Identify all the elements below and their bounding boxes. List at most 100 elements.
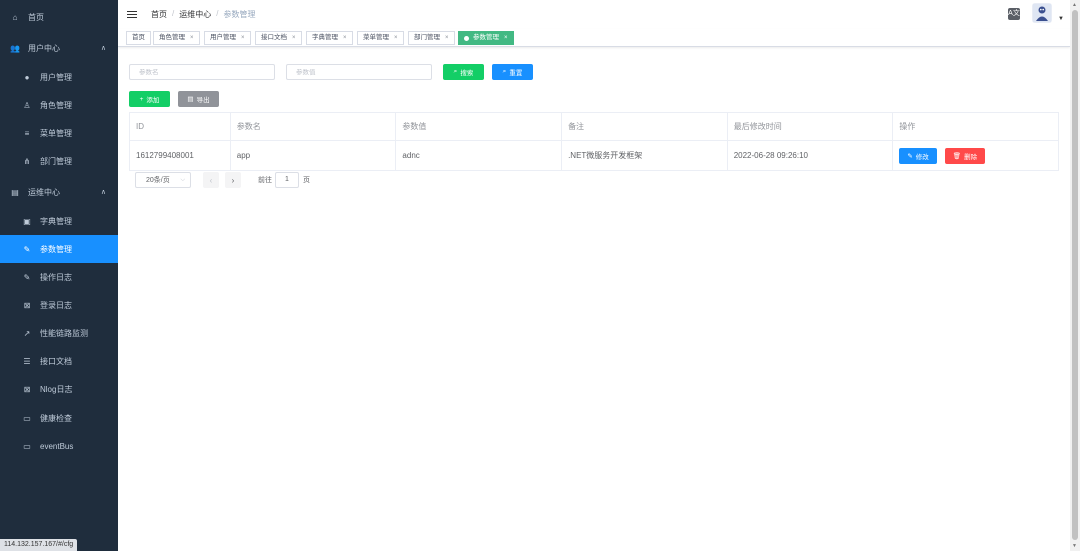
sidebar-item[interactable]: ≡ 菜单管理 [0,119,118,147]
scrollbar-thumb[interactable] [1072,10,1078,540]
sidebar-item-label: eventBus [40,441,74,451]
add-button[interactable]: + 添加 [129,91,170,107]
search-button-label: 搜索 [460,70,474,77]
param-value-input-wrapper[interactable] [286,64,432,80]
sidebar-item-label: 部门管理 [40,156,72,166]
chevron-up-icon: ∧ [100,45,106,52]
breadcrumb-home[interactable]: 首页 [151,9,167,20]
page-size-value: 20条/页 [146,177,170,184]
monitor-icon: ▭ [23,413,31,423]
close-icon[interactable]: × [190,32,194,44]
edit-log-icon: ✎ [23,272,31,282]
column-header: 备注 [562,113,728,140]
sidebar-item[interactable]: ⊠ 登录日志 [0,291,118,319]
tag-item[interactable]: 角色管理 × [153,31,200,45]
cell-actions: ✎ 修改 🗑 删除 [893,141,1058,170]
breadcrumb-separator: / [172,9,175,18]
page-unit-label: 页 [303,177,310,184]
cell-name: app [231,141,397,170]
next-page-button[interactable]: › [225,172,241,188]
wrench-icon: ✎ [23,244,31,254]
tag-label: 菜单管理 [363,34,389,41]
sidebar-item-label: 字典管理 [40,216,72,226]
edit-button[interactable]: ✎ 修改 [899,147,937,164]
sidebar-item[interactable]: ⊠ Nlog日志 [0,375,118,403]
sidebar-item[interactable]: ▭ 健康检查 [0,404,118,432]
breadcrumb: 首页 / 运维中心 / 参数管理 [151,9,255,20]
page-size-select[interactable]: 20条/页 ⌵ [135,172,191,188]
tag-label: 首页 [132,34,145,41]
sidebar-item[interactable]: 👥 用户中心 ∧ [0,34,118,62]
sidebar-item[interactable]: ☰ 接口文档 [0,347,118,375]
user-icon: ● [24,72,30,82]
tag-item[interactable]: 用户管理 × [204,31,251,45]
close-icon[interactable]: × [241,32,245,44]
hamburger-icon[interactable] [127,11,137,19]
tag-label: 参数管理 [473,34,499,41]
sidebar-item-label: 操作日志 [40,272,72,282]
sidebar-item-label: 角色管理 [40,100,72,110]
sidebar-item-label: 参数管理 [40,244,72,254]
nlog-icon: ⊠ [23,384,31,394]
close-icon[interactable]: × [343,32,347,44]
sidebar: ⌂ 首页 👥 用户中心 ∧ ● 用户管理 ♙ 角色管理 ≡ 菜单管理 ⋔ 部门管理 ▤ 运维中心 ∧ ▣ 字典管理… [0,0,118,551]
chevron-up-icon: ∧ [100,189,106,196]
cell-remark: .NET微服务开发框架 [562,141,728,170]
reset-button[interactable]: ⌕ 重置 [492,64,533,80]
scroll-down-icon[interactable]: ▼ [1072,543,1077,549]
param-name-input-wrapper[interactable] [129,64,275,80]
tag-item[interactable]: 首页 [126,31,151,45]
sidebar-item-label: 菜单管理 [40,128,72,138]
sidebar-item[interactable]: ✎ 操作日志 [0,263,118,291]
menu-icon: ≡ [24,128,30,138]
tag-item[interactable]: 菜单管理 × [357,31,404,45]
edit-button-label: 修改 [915,153,929,161]
language-icon[interactable]: A文 [1008,8,1020,20]
sidebar-item[interactable]: ▣ 字典管理 [0,207,118,235]
params-table: ID 参数名 参数值 备注 最后修改时间 操作 1612799408001 ap… [129,112,1059,171]
sidebar-item[interactable]: ⋔ 部门管理 [0,147,118,175]
goto-page-input[interactable]: 1 [275,172,299,188]
sidebar-item[interactable]: ▭ eventBus [0,432,118,460]
download-icon: ▤ [187,96,194,103]
active-dot-icon [464,35,469,41]
scroll-up-icon[interactable]: ▲ [1072,2,1077,8]
prev-page-button[interactable]: ‹ [203,172,219,188]
sidebar-item[interactable]: ✎ 参数管理 [0,235,118,263]
close-icon[interactable]: × [292,32,296,44]
param-value-input[interactable] [296,68,431,76]
param-name-input[interactable] [139,68,274,76]
export-button[interactable]: ▤ 导出 [178,91,219,107]
close-icon[interactable]: × [445,32,449,44]
sidebar-item-label: 健康检查 [40,413,72,423]
sidebar-item-label: 登录日志 [40,300,72,310]
tag-label: 角色管理 [159,34,185,41]
avatar[interactable] [1032,3,1052,23]
close-icon[interactable]: × [394,32,398,44]
status-url: 114.132.157.167/#/cfg [0,539,78,551]
close-icon[interactable]: × [504,32,508,44]
delete-button-label: 删除 [964,153,978,161]
sidebar-item[interactable]: ▤ 运维中心 ∧ [0,178,118,206]
scrollbar[interactable]: ▲ ▼ [1070,0,1080,551]
delete-button[interactable]: 🗑 删除 [944,147,986,164]
tag-item[interactable]: 接口文档 × [255,31,302,45]
table-header: ID 参数名 参数值 备注 最后修改时间 操作 [130,113,1058,141]
tag-item[interactable]: 参数管理 × [458,31,514,45]
tag-item[interactable]: 部门管理 × [408,31,455,45]
sidebar-item-label: 性能链路监测 [40,328,88,338]
search-button[interactable]: ⌕ 搜索 [443,64,484,80]
cell-value: adnc [396,141,563,170]
dashboard-icon: ⌂ [12,12,18,22]
sidebar-item[interactable]: ♙ 角色管理 [0,91,118,119]
sidebar-item[interactable]: ● 用户管理 [0,63,118,91]
dict-icon: ▣ [23,216,31,226]
eventbus-icon: ▭ [23,441,31,451]
main-area: 首页 / 运维中心 / 参数管理 A文 ▼ 首页 角色管理 × 用户管理 × 接口文档 × 字… [118,0,1080,551]
caret-down-icon[interactable]: ▼ [1058,16,1064,22]
sidebar-item-label: 运维中心 [28,187,60,197]
users-icon: 👥 [10,43,20,53]
sidebar-item[interactable]: ↗ 性能链路监测 [0,319,118,347]
sidebar-item[interactable]: ⌂ 首页 [0,3,118,31]
tag-item[interactable]: 字典管理 × [306,31,353,45]
